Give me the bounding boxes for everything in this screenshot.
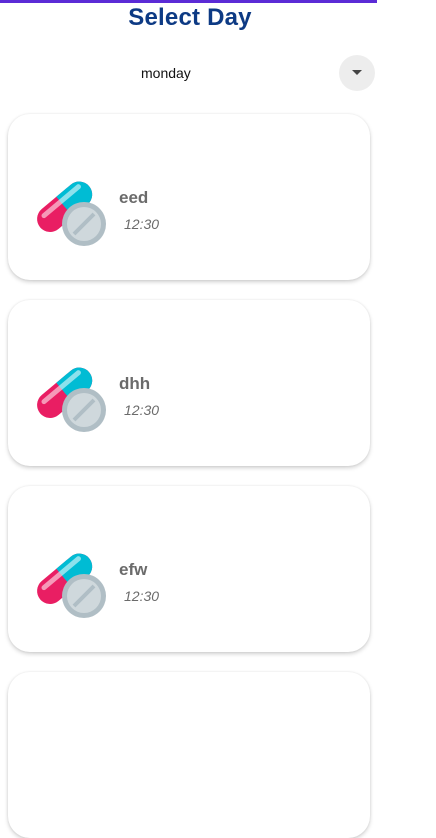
medication-name: eed [119,188,149,207]
pill-capsule-icon [37,367,106,432]
medication-name: dhh [119,374,151,393]
medication-name: efw [119,560,148,579]
pill-capsule-icon [37,181,106,246]
medication-time: 12:30 [124,402,160,418]
medication-time: 12:30 [124,588,160,604]
medication-card-partial[interactable] [8,672,370,838]
medication-card[interactable]: efw 12:30 [8,486,370,652]
medication-card[interactable]: eed 12:30 [8,114,370,280]
pill-capsule-icon [37,553,106,618]
medication-time: 12:30 [124,216,160,232]
medication-card[interactable]: dhh 12:30 [8,300,370,466]
medication-list: eed 12:30 dhh 12:30 efw 12:30 [0,0,436,838]
